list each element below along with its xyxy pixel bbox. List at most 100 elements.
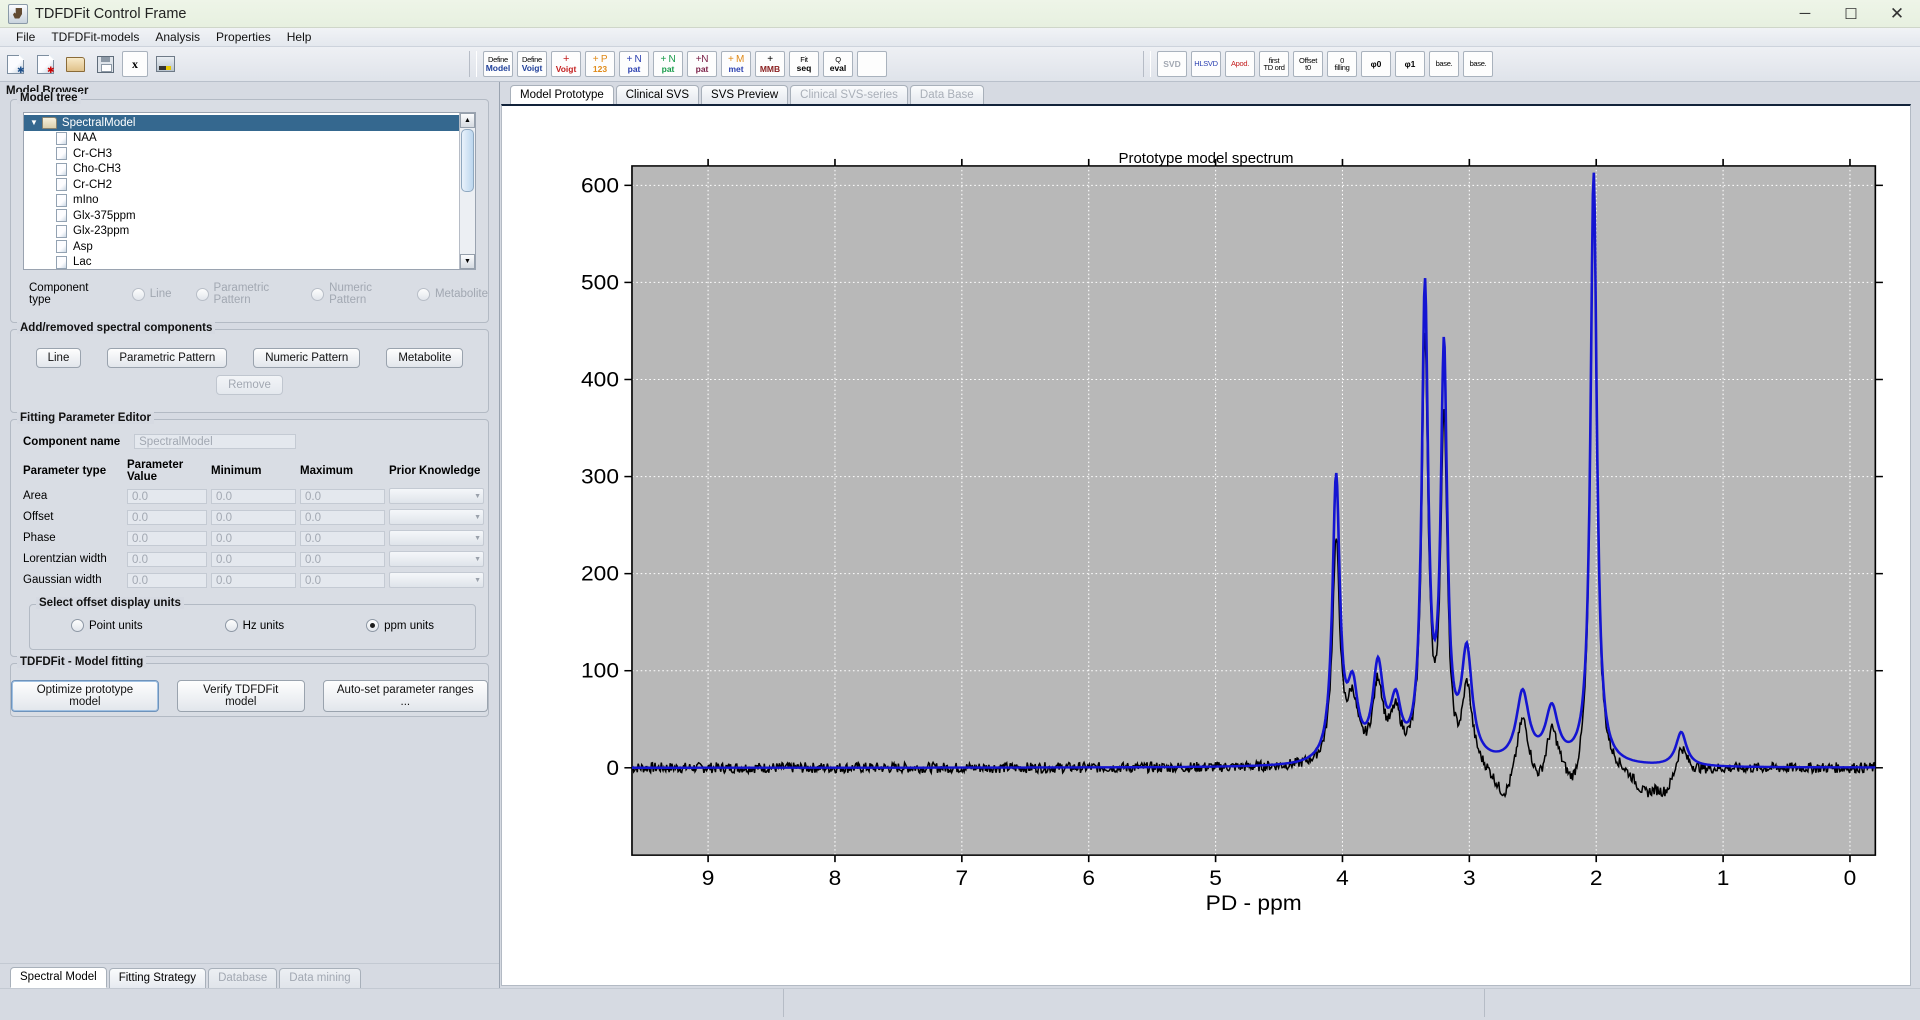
tab-fitting-strategy[interactable]: Fitting Strategy — [108, 968, 207, 988]
model-tree-scrollbar[interactable]: ▲ ▼ — [459, 113, 475, 269]
add-parametric-pattern-button[interactable]: Parametric Pattern — [107, 348, 228, 368]
tree-node-cho-ch3[interactable]: Cho-CH3 — [24, 162, 459, 178]
add-numeric-green-icon[interactable]: + Npat — [653, 51, 683, 77]
radio-component-metabolite[interactable] — [416, 287, 430, 301]
offset-unit-point[interactable]: Point units — [70, 619, 143, 632]
filling-icon[interactable]: 0 filling — [1327, 51, 1357, 77]
radio-component-line[interactable] — [131, 287, 145, 301]
save-icon[interactable] — [92, 51, 118, 77]
param-prior-area[interactable]: ▼ — [389, 488, 484, 504]
param-value-gaussian-width[interactable]: 0.0 — [127, 572, 207, 588]
param-min-gaussian-width[interactable]: 0.0 — [211, 572, 296, 588]
offset-unit-ppm[interactable]: ppm units — [366, 619, 434, 632]
tab-data-base[interactable]: Data Base — [909, 85, 984, 104]
tab-model-prototype[interactable]: Model Prototype — [510, 85, 614, 104]
tree-node-glx-23ppm[interactable]: Glx-23ppm — [24, 224, 459, 240]
tree-node-lac[interactable]: Lac — [24, 255, 459, 270]
tree-node-naa[interactable]: NAA — [24, 131, 459, 147]
param-prior-lorentzian-width[interactable]: ▼ — [389, 551, 484, 567]
define-voigt-icon[interactable]: Define Voigt — [517, 51, 547, 77]
offset-icon[interactable]: Offset t0 — [1293, 51, 1323, 77]
tree-node-cr-ch3[interactable]: Cr-CH3 — [24, 146, 459, 162]
tree-node-cr-ch2[interactable]: Cr-CH2 — [24, 177, 459, 193]
radio-component-parametric[interactable] — [195, 287, 209, 301]
component-name-input[interactable]: SpectralModel — [134, 434, 297, 449]
param-max-area[interactable]: 0.0 — [300, 488, 385, 504]
spectrum-plot[interactable]: 0 100 200 300 400 500 600 9 8 7 6 5 4 3 2 1 0 PD - ppm — [502, 106, 1910, 985]
param-min-phase[interactable]: 0.0 — [211, 530, 296, 546]
define-model-icon[interactable]: Define Model — [483, 51, 513, 77]
hlsvd-icon[interactable]: HLSVD — [1191, 51, 1221, 77]
menu-item-file[interactable]: File — [8, 29, 43, 45]
maximize-button[interactable]: ☐ — [1828, 0, 1874, 27]
add-numeric-pattern-button[interactable]: Numeric Pattern — [253, 348, 361, 368]
menu-item-tdfdfit-models[interactable]: TDFDFit-models — [43, 29, 147, 45]
radio-point-units[interactable] — [70, 619, 84, 632]
param-prior-offset[interactable]: ▼ — [389, 509, 484, 525]
spectrum-svg[interactable]: 0 100 200 300 400 500 600 9 8 7 6 5 4 3 2 1 0 PD - ppm — [502, 106, 1910, 985]
close-x-icon[interactable]: x — [122, 51, 148, 77]
param-min-area[interactable]: 0.0 — [211, 488, 296, 504]
scroll-up-icon[interactable]: ▲ — [460, 113, 475, 128]
baseline-icon[interactable]: base. — [1429, 51, 1459, 77]
offset-unit-hz[interactable]: Hz units — [224, 619, 284, 632]
new-spectrum-icon[interactable]: ✱ — [32, 51, 58, 77]
add-numeric-dark-icon[interactable]: +N pat — [687, 51, 717, 77]
add-mmb-icon[interactable]: + MMB — [755, 51, 785, 77]
param-max-phase[interactable]: 0.0 — [300, 530, 385, 546]
param-max-lorentzian-width[interactable]: 0.0 — [300, 551, 385, 567]
add-numeric-pattern-icon[interactable]: + Npat — [619, 51, 649, 77]
menu-item-properties[interactable]: Properties — [208, 29, 279, 45]
first-order-icon[interactable]: first TD ord — [1259, 51, 1289, 77]
param-max-offset[interactable]: 0.0 — [300, 509, 385, 525]
apodization-icon[interactable]: Apod. — [1225, 51, 1255, 77]
phase1-icon[interactable]: φ1 — [1395, 51, 1425, 77]
tree-node-asp[interactable]: Asp — [24, 239, 459, 255]
param-value-area[interactable]: 0.0 — [127, 488, 207, 504]
add-parametric-pattern-icon[interactable]: + P 123 — [585, 51, 615, 77]
param-prior-gaussian-width[interactable]: ▼ — [389, 572, 484, 588]
tree-node-glx-375ppm[interactable]: Glx-375ppm — [24, 208, 459, 224]
param-value-phase[interactable]: 0.0 — [127, 530, 207, 546]
param-min-offset[interactable]: 0.0 — [211, 509, 296, 525]
baseline2-icon[interactable]: base. — [1463, 51, 1493, 77]
evaluate-icon[interactable]: Qeval — [823, 51, 853, 77]
tab-data-mining[interactable]: Data mining — [279, 968, 361, 988]
menu-item-analysis[interactable]: Analysis — [147, 29, 208, 45]
svd-icon[interactable]: SVD — [1157, 51, 1187, 77]
chevron-down-icon[interactable]: ▼ — [30, 118, 38, 127]
add-line-icon[interactable]: + Voigt — [551, 51, 581, 77]
close-button[interactable]: ✕ — [1874, 0, 1920, 27]
optimize-prototype-model-button[interactable]: Optimize prototype model — [11, 680, 159, 712]
radio-ppm-units[interactable] — [366, 619, 380, 632]
scroll-down-icon[interactable]: ▼ — [460, 254, 475, 269]
add-line-button[interactable]: Line — [35, 348, 82, 368]
param-prior-phase[interactable]: ▼ — [389, 530, 484, 546]
tab-svs-preview[interactable]: SVS Preview — [701, 85, 789, 104]
tab-spectral-model[interactable]: Spectral Model — [10, 967, 107, 988]
menu-item-help[interactable]: Help — [279, 29, 320, 45]
param-min-lorentzian-width[interactable]: 0.0 — [211, 551, 296, 567]
tree-node-mino[interactable]: mIno — [24, 193, 459, 209]
print-icon[interactable] — [152, 51, 178, 77]
open-folder-icon[interactable] — [62, 51, 88, 77]
fit-sequence-icon[interactable]: Fit seq — [789, 51, 819, 77]
add-metabolite-icon[interactable]: + Mmet — [721, 51, 751, 77]
radio-component-numeric[interactable] — [311, 287, 325, 301]
radio-hz-units[interactable] — [224, 619, 238, 632]
add-metabolite-button[interactable]: Metabolite — [386, 348, 464, 368]
tree-node-spectralmodel[interactable]: ▼ SpectralModel — [24, 115, 459, 131]
new-document-icon[interactable]: ✱ — [2, 51, 28, 77]
auto-set-parameter-ranges-button[interactable]: Auto-set parameter ranges ... — [322, 680, 488, 712]
tab-database[interactable]: Database — [208, 968, 278, 988]
param-value-lorentzian-width[interactable]: 0.0 — [127, 551, 207, 567]
param-max-gaussian-width[interactable]: 0.0 — [300, 572, 385, 588]
param-value-offset[interactable]: 0.0 — [127, 509, 207, 525]
tab-clinical-svs[interactable]: Clinical SVS — [615, 85, 700, 104]
report-icon[interactable] — [857, 51, 887, 77]
scrollbar-thumb[interactable] — [461, 129, 474, 192]
minimize-button[interactable]: ─ — [1782, 0, 1828, 27]
model-tree[interactable]: ▼ SpectralModel NAA Cr-CH3 Cho-CH3 Cr-CH… — [23, 112, 476, 270]
tab-clinical-svs-series[interactable]: Clinical SVS-series — [790, 85, 908, 104]
scrollbar-track[interactable] — [461, 193, 474, 254]
